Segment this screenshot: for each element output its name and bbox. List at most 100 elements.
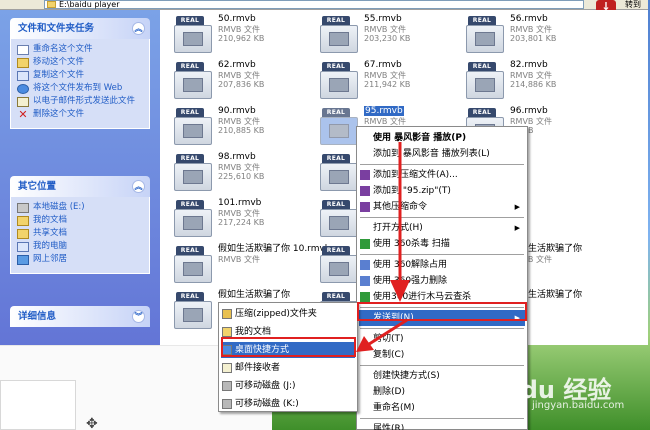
file-item[interactable]: REAL 62.rmvb RMVB 文件 207,836 KB xyxy=(160,60,300,106)
file-item[interactable]: REAL 82.rmvb RMVB 文件 214,886 KB xyxy=(452,60,592,106)
rmvb-file-icon: REAL xyxy=(174,154,212,192)
file-name: 101.rmvb xyxy=(218,198,262,208)
file-tasks-list: 重命名这个文件移动这个文件 复制这个文件将这个文件发布到 Web 以电子邮件形式发送… xyxy=(10,39,150,129)
network-icon xyxy=(17,255,29,265)
task-item[interactable]: 共享文档 xyxy=(17,228,145,239)
rmvb-file-icon: REAL xyxy=(320,200,358,238)
drive-icon xyxy=(222,399,232,409)
task-label: 我的电脑 xyxy=(33,241,68,251)
submenu-arrow-icon: ▶ xyxy=(514,203,520,211)
task-item[interactable]: 移动这个文件 xyxy=(17,57,145,68)
file-tasks-header[interactable]: 文件和文件夹任务 ︽ xyxy=(10,18,150,39)
rmvb-file-icon: REAL xyxy=(466,16,504,54)
task-pane: 文件和文件夹任务 ︽ 重命名这个文件移动这个文件 复制这个文件将这个文件发布到 W… xyxy=(0,10,160,345)
task-item[interactable]: 以电子邮件形式发送此文件 xyxy=(17,96,145,107)
file-name: 62.rmvb xyxy=(218,60,256,70)
file-size: 211,942 KB xyxy=(364,80,411,89)
computer-icon xyxy=(17,242,29,252)
task-item[interactable]: ✕ 删除这个文件 xyxy=(17,109,145,120)
file-type: RMVB 文件 xyxy=(218,209,260,218)
file-name: 67.rmvb xyxy=(364,60,402,70)
watermark-url: jingyan.baidu.com xyxy=(532,400,625,411)
file-item[interactable]: REAL 50.rmvb RMVB 文件 210,962 KB xyxy=(160,14,300,60)
file-size: 207,836 KB xyxy=(218,80,265,89)
task-label: 移动这个文件 xyxy=(33,57,85,67)
file-name: 96.rmvb xyxy=(510,106,548,116)
file-name: 82.rmvb xyxy=(510,60,548,70)
task-item[interactable]: 网上邻居 xyxy=(17,254,145,265)
task-label: 复制这个文件 xyxy=(33,70,85,80)
delete-icon: ✕ xyxy=(18,108,28,121)
collapse-icon[interactable]: ︽ xyxy=(132,180,145,193)
file-type: RMVB 文件 xyxy=(510,117,552,126)
menu-separator xyxy=(360,418,524,419)
task-label: 共享文档 xyxy=(33,228,68,238)
folder-icon xyxy=(17,229,29,239)
menu-item-label: 删除(D) xyxy=(373,387,405,397)
file-type: RMVB 文件 xyxy=(510,25,552,34)
move-icon xyxy=(17,58,29,68)
annotation-arrow-left xyxy=(356,318,408,352)
task-item[interactable]: 我的电脑 xyxy=(17,241,145,252)
file-name: 98.rmvb xyxy=(218,152,256,162)
menu-item-label: 创建快捷方式(S) xyxy=(373,371,440,381)
menu-item-label: 重命名(M) xyxy=(373,403,415,413)
menu-separator xyxy=(360,365,524,366)
task-label: 网上邻居 xyxy=(33,254,68,264)
file-item[interactable]: REAL 98.rmvb RMVB 文件 225,610 KB xyxy=(160,152,300,198)
file-type: RMVB 文件 xyxy=(364,71,406,80)
send-to-label: 可移动磁盘 (J:) xyxy=(235,381,296,391)
file-item[interactable]: REAL 56.rmvb RMVB 文件 203,801 KB xyxy=(452,14,592,60)
annotation-arrow-down xyxy=(390,142,410,302)
rmvb-file-icon: REAL xyxy=(174,200,212,238)
annotation-box-desktop-shortcut xyxy=(221,337,356,357)
task-label: 删除这个文件 xyxy=(33,109,85,119)
folder-icon xyxy=(222,327,232,337)
file-item[interactable]: REAL 假如生活欺骗了你 10.rmvb RMVB 文件 xyxy=(160,244,331,290)
file-type: RMVB 文件 xyxy=(364,117,406,126)
address-field[interactable]: E:\baidu player xyxy=(44,0,584,9)
task-item[interactable]: 我的文档 xyxy=(17,215,145,226)
file-size: 210,885 KB xyxy=(218,126,265,135)
file-tasks-title: 文件和文件夹任务 xyxy=(18,23,95,34)
file-type: RMVB 文件 xyxy=(510,71,552,80)
send-to-label: 可移动磁盘 (K:) xyxy=(235,399,299,409)
rmvb-file-icon: REAL xyxy=(174,108,212,146)
file-size: 214,886 KB xyxy=(510,80,557,89)
file-name: 56.rmvb xyxy=(510,14,548,24)
task-item[interactable]: 本地磁盘 (E:) xyxy=(17,202,145,213)
go-label: 转到 xyxy=(625,0,641,9)
menu-item-label: 属性(R) xyxy=(373,424,405,430)
file-name: 55.rmvb xyxy=(364,14,402,24)
task-item[interactable]: 重命名这个文件 xyxy=(17,44,145,55)
rmvb-file-icon: REAL xyxy=(174,246,212,284)
submenu-arrow-icon: ▶ xyxy=(514,224,520,232)
task-item[interactable]: 复制这个文件 xyxy=(17,70,145,81)
file-type: RMVB 文件 xyxy=(218,25,260,34)
file-name: 95.rmvb xyxy=(364,106,404,116)
send-to-label: 我的文档 xyxy=(235,327,272,337)
context-menu-item[interactable]: 属性(R) xyxy=(359,421,525,430)
address-bar: E:\baidu player → 转到 xyxy=(0,0,648,10)
send-to-item[interactable]: 压缩(zipped)文件夹 xyxy=(221,306,355,322)
rmvb-file-icon: REAL xyxy=(320,62,358,100)
file-item[interactable]: REAL 101.rmvb RMVB 文件 217,224 KB xyxy=(160,198,300,244)
details-header[interactable]: 详细信息 ︾ xyxy=(10,306,150,327)
rmvb-file-icon: REAL xyxy=(320,154,358,192)
task-label: 将这个文件发布到 Web xyxy=(33,83,123,93)
file-item[interactable]: REAL 90.rmvb RMVB 文件 210,885 KB xyxy=(160,106,300,152)
file-size: 203,230 KB xyxy=(364,34,411,43)
other-places-header[interactable]: 其它位置 ︽ xyxy=(10,176,150,197)
file-name: 假如生活欺骗了你 xyxy=(218,290,291,300)
file-item[interactable]: REAL 67.rmvb RMVB 文件 211,942 KB xyxy=(306,60,446,106)
collapse-icon[interactable]: ︽ xyxy=(132,22,145,35)
send-to-item[interactable]: 可移动磁盘 (K:) xyxy=(221,396,355,412)
file-item[interactable]: REAL 55.rmvb RMVB 文件 203,230 KB xyxy=(306,14,446,60)
send-to-item[interactable]: 邮件接收者 xyxy=(221,360,355,376)
expand-icon[interactable]: ︾ xyxy=(132,310,145,323)
task-item[interactable]: 将这个文件发布到 Web xyxy=(17,83,145,94)
send-to-submenu: 压缩(zipped)文件夹 我的文档 桌面快捷方式 邮件接收者 可移动磁盘 (J:) 可移… xyxy=(218,302,358,412)
send-to-item[interactable]: 可移动磁盘 (J:) xyxy=(221,378,355,394)
file-type: RMVB 文件 xyxy=(218,163,260,172)
rmvb-file-icon: REAL xyxy=(174,62,212,100)
